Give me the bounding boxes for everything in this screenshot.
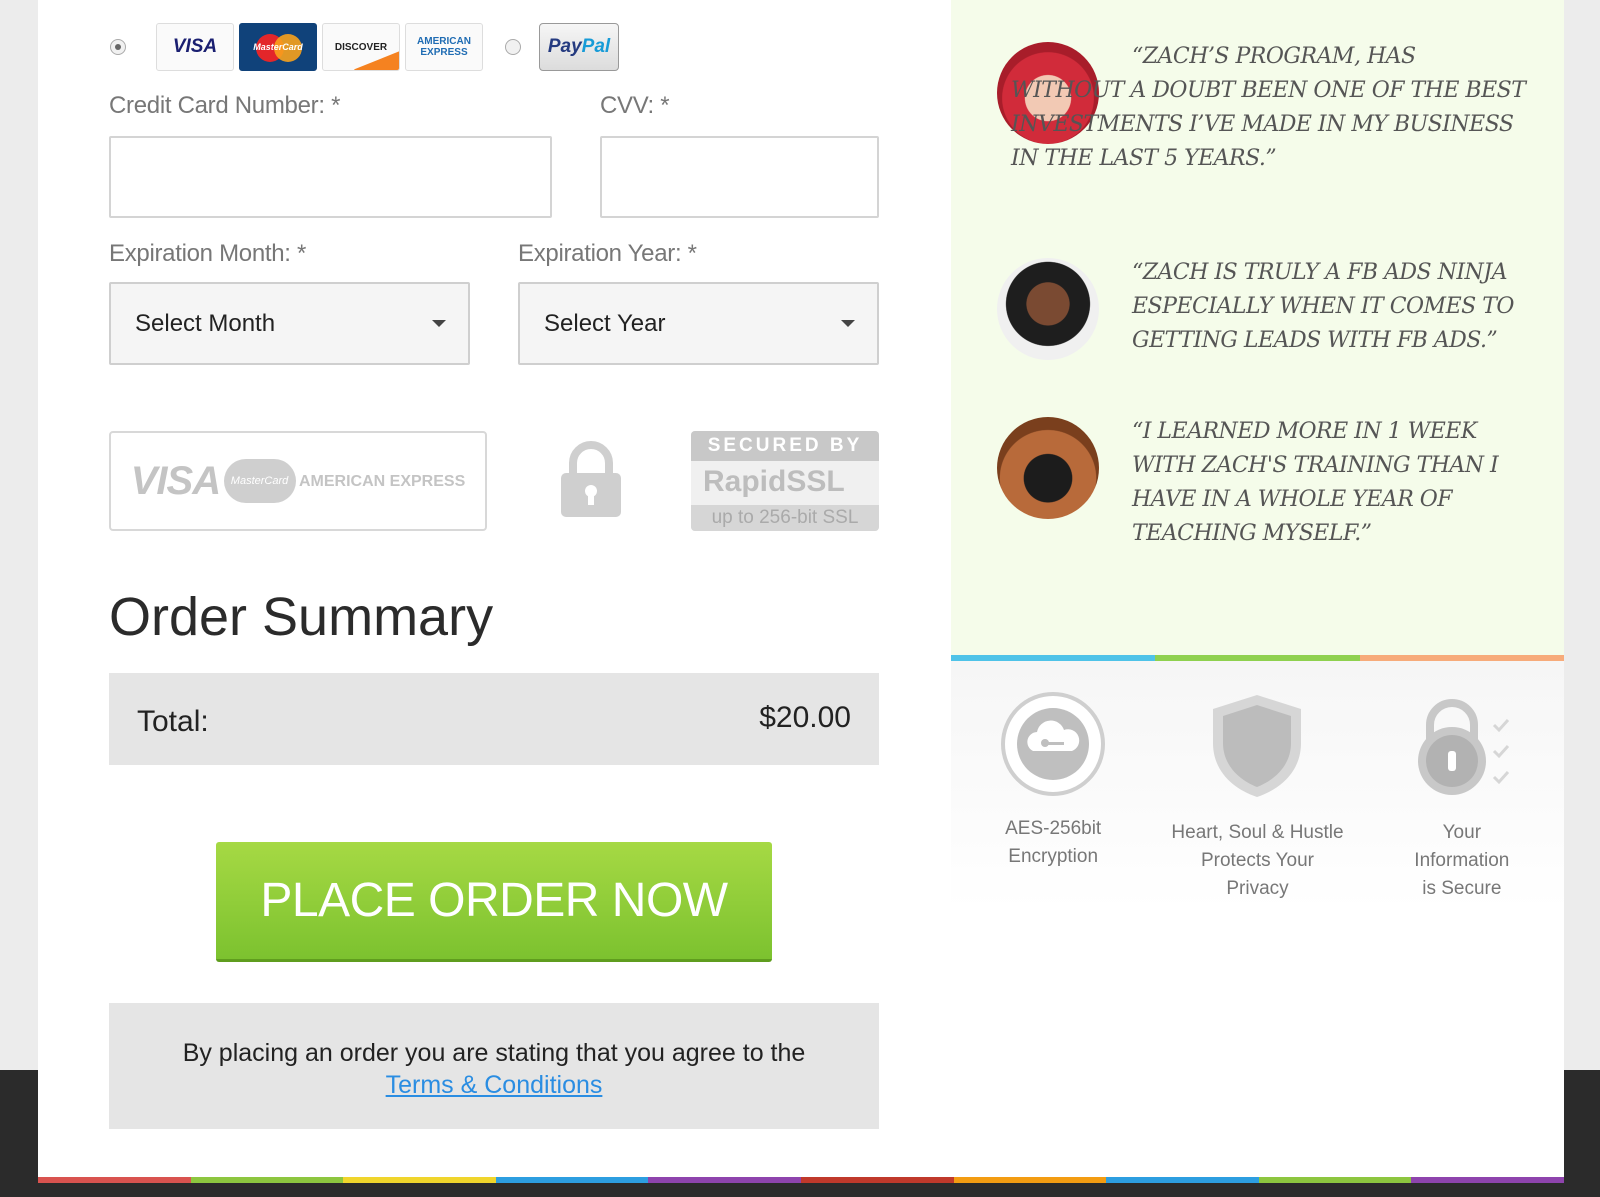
order-summary-title: Order Summary bbox=[109, 587, 494, 647]
cvv-input[interactable] bbox=[600, 136, 879, 218]
footer-rainbow-stripe bbox=[38, 1177, 1564, 1183]
trust-badges: AES-256bit Encryption Heart, Soul & Hust… bbox=[951, 661, 1564, 911]
mastercard-logo: MasterCard bbox=[239, 23, 317, 71]
trust-encryption-line1: AES-256bit bbox=[1005, 818, 1102, 839]
accepted-cards-badge: VISA MasterCard AMERICAN EXPRESS bbox=[109, 431, 487, 531]
security-badges: VISA MasterCard AMERICAN EXPRESS SECURED… bbox=[109, 431, 879, 531]
exp-month-select[interactable]: Select Month bbox=[109, 282, 470, 365]
visa-logo: VISA bbox=[156, 23, 234, 71]
total-value: $20.00 bbox=[759, 701, 851, 734]
amex-logo: AMERICAN EXPRESS bbox=[405, 23, 483, 71]
trust-encryption-line2: Encryption bbox=[1008, 846, 1099, 867]
mastercard-gray-logo: MasterCard bbox=[223, 459, 296, 503]
card-number-input[interactable] bbox=[109, 136, 552, 218]
terms-link[interactable]: Terms & Conditions bbox=[386, 1071, 603, 1099]
card-number-label: Credit Card Number: * bbox=[109, 92, 341, 119]
exp-year-value: Select Year bbox=[544, 309, 666, 337]
padlock-check-icon bbox=[1417, 699, 1509, 795]
exp-year-select[interactable]: Select Year bbox=[518, 282, 879, 365]
total-row: Total: $20.00 bbox=[109, 673, 879, 765]
discover-logo: DISCOVER bbox=[322, 23, 400, 71]
total-label: Total: bbox=[137, 705, 209, 738]
testimonial-avatar-3 bbox=[997, 417, 1099, 519]
ssl-brand: RapidSSL bbox=[703, 465, 845, 498]
trust-encryption: AES-256bit Encryption bbox=[951, 661, 1156, 911]
cvv-label: CVV: * bbox=[600, 92, 670, 119]
trust-secure-line3: is Secure bbox=[1422, 878, 1502, 899]
chevron-down-icon bbox=[841, 320, 855, 327]
testimonials-panel: “Zach’s program, has without a doubt bee… bbox=[951, 0, 1564, 655]
terms-notice: By placing an order you are stating that… bbox=[109, 1003, 879, 1129]
payment-method-row: VISA MasterCard DISCOVER AMERICAN EXPRES… bbox=[110, 22, 619, 72]
rapidssl-badge: SECURED BY RapidSSL up to 256-bit SSL bbox=[691, 431, 879, 531]
exp-month-value: Select Month bbox=[135, 309, 276, 337]
testimonial-quote-2: “Zach is truly a FB ads ninja especially… bbox=[1132, 260, 1514, 353]
testimonial-avatar-2 bbox=[997, 258, 1099, 360]
trust-privacy: Heart, Soul & Hustle Protects Your Priva… bbox=[1155, 661, 1360, 911]
trust-secure-line2: Information bbox=[1414, 850, 1510, 871]
amex-gray-logo: AMERICAN EXPRESS bbox=[298, 472, 466, 490]
encryption-seal-icon bbox=[1001, 692, 1106, 796]
trust-secure: Your Information is Secure bbox=[1359, 661, 1564, 911]
exp-year-label: Expiration Year: * bbox=[518, 240, 697, 267]
paypal-radio[interactable] bbox=[505, 39, 521, 55]
trust-privacy-line2: Protects Your bbox=[1200, 850, 1314, 871]
trust-privacy-line1: Heart, Soul & Hustle bbox=[1171, 822, 1344, 843]
ssl-secured-by: SECURED BY bbox=[691, 431, 879, 461]
trust-secure-line1: Your bbox=[1442, 822, 1482, 843]
shield-icon bbox=[1213, 695, 1302, 797]
trust-privacy-line3: Privacy bbox=[1226, 878, 1289, 899]
credit-card-radio[interactable] bbox=[110, 39, 126, 55]
chevron-down-icon bbox=[432, 320, 446, 327]
visa-gray-logo: VISA bbox=[130, 458, 221, 503]
lock-icon bbox=[561, 441, 621, 517]
place-order-button[interactable]: PLACE ORDER NOW bbox=[216, 842, 772, 962]
exp-month-label: Expiration Month: * bbox=[109, 240, 307, 267]
testimonial-quote-3: “I learned more in 1 week with Zach's tr… bbox=[1132, 419, 1499, 546]
terms-text: By placing an order you are stating that… bbox=[182, 1039, 806, 1067]
ssl-strength: up to 256-bit SSL bbox=[691, 505, 879, 531]
testimonial-quote-1: “Zach’s program, has without a doubt bee… bbox=[1011, 44, 1526, 171]
paypal-button[interactable]: Pay Pal bbox=[539, 23, 619, 71]
